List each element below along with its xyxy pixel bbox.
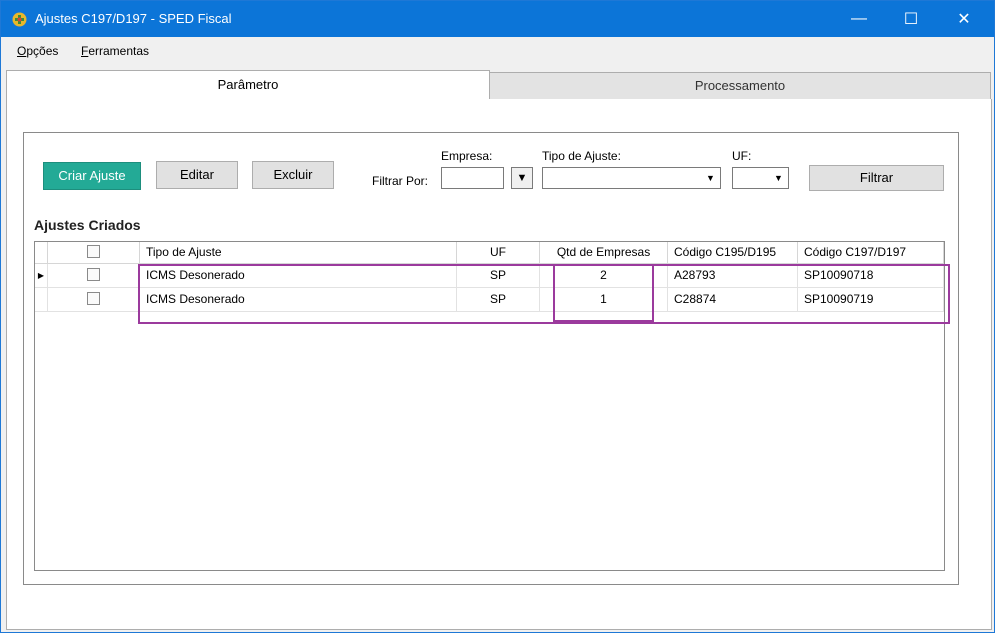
tab-parametro[interactable]: Parâmetro	[6, 70, 490, 101]
window-title: Ajustes C197/D197 - SPED Fiscal	[35, 11, 232, 26]
row-checkbox[interactable]	[48, 288, 140, 312]
menu-opcoes[interactable]: Opções	[17, 44, 58, 58]
tipo-ajuste-select[interactable]: ▼	[542, 167, 721, 189]
create-adjustment-button[interactable]: Criar Ajuste	[43, 162, 141, 190]
chevron-down-icon: ▼	[774, 173, 783, 183]
checkbox-icon	[87, 292, 100, 306]
rows-highlight-box	[138, 264, 950, 324]
tipo-ajuste-label: Tipo de Ajuste:	[542, 149, 621, 163]
main-window: Ajustes C197/D197 - SPED Fiscal — ☐ ✕ Op…	[0, 0, 995, 633]
empresa-field[interactable]	[441, 167, 504, 189]
filter-by-label: Filtrar Por:	[372, 174, 429, 188]
qtd-highlight-box	[553, 264, 654, 322]
title-bar: Ajustes C197/D197 - SPED Fiscal — ☐ ✕	[1, 1, 994, 37]
delete-button[interactable]: Excluir	[252, 161, 334, 189]
menu-bar: Opções Ferramentas	[1, 37, 994, 65]
column-header-c197[interactable]: Código C197/D197	[798, 242, 944, 264]
uf-label: UF:	[732, 149, 752, 163]
current-row-arrow-icon: ▶	[35, 264, 48, 288]
column-header-c195[interactable]: Código C195/D195	[668, 242, 798, 264]
empresa-label: Empresa:	[441, 149, 493, 163]
row-checkbox[interactable]	[48, 264, 140, 288]
tab-processamento[interactable]: Processamento	[489, 72, 991, 100]
column-header-qtd[interactable]: Qtd de Empresas	[540, 242, 668, 264]
empresa-lookup-button[interactable]: ▼	[511, 167, 533, 189]
checkbox-icon	[87, 268, 100, 282]
chevron-down-icon: ▼	[706, 173, 715, 183]
checkbox-icon	[87, 245, 100, 259]
filter-button[interactable]: Filtrar	[809, 165, 944, 191]
maximize-icon: ☐	[903, 11, 919, 28]
uf-select[interactable]: ▼	[732, 167, 789, 189]
column-header-uf[interactable]: UF	[457, 242, 540, 264]
minimize-button[interactable]: —	[836, 1, 882, 37]
close-icon: ✕	[957, 11, 971, 28]
column-header-tipo[interactable]: Tipo de Ajuste	[140, 242, 457, 264]
row-indicator	[35, 288, 48, 312]
select-all-checkbox[interactable]	[48, 242, 140, 264]
menu-ferramentas[interactable]: Ferramentas	[81, 44, 149, 58]
close-button[interactable]: ✕	[941, 1, 987, 37]
row-indicator-header	[35, 242, 48, 264]
section-title: Ajustes Criados	[34, 217, 141, 233]
minimize-icon: —	[851, 10, 867, 27]
maximize-button[interactable]: ☐	[888, 1, 934, 37]
edit-button[interactable]: Editar	[156, 161, 238, 189]
app-icon	[12, 12, 27, 27]
chevron-down-icon: ▼	[516, 172, 528, 184]
tab-strip: Parâmetro Processamento	[6, 70, 991, 101]
